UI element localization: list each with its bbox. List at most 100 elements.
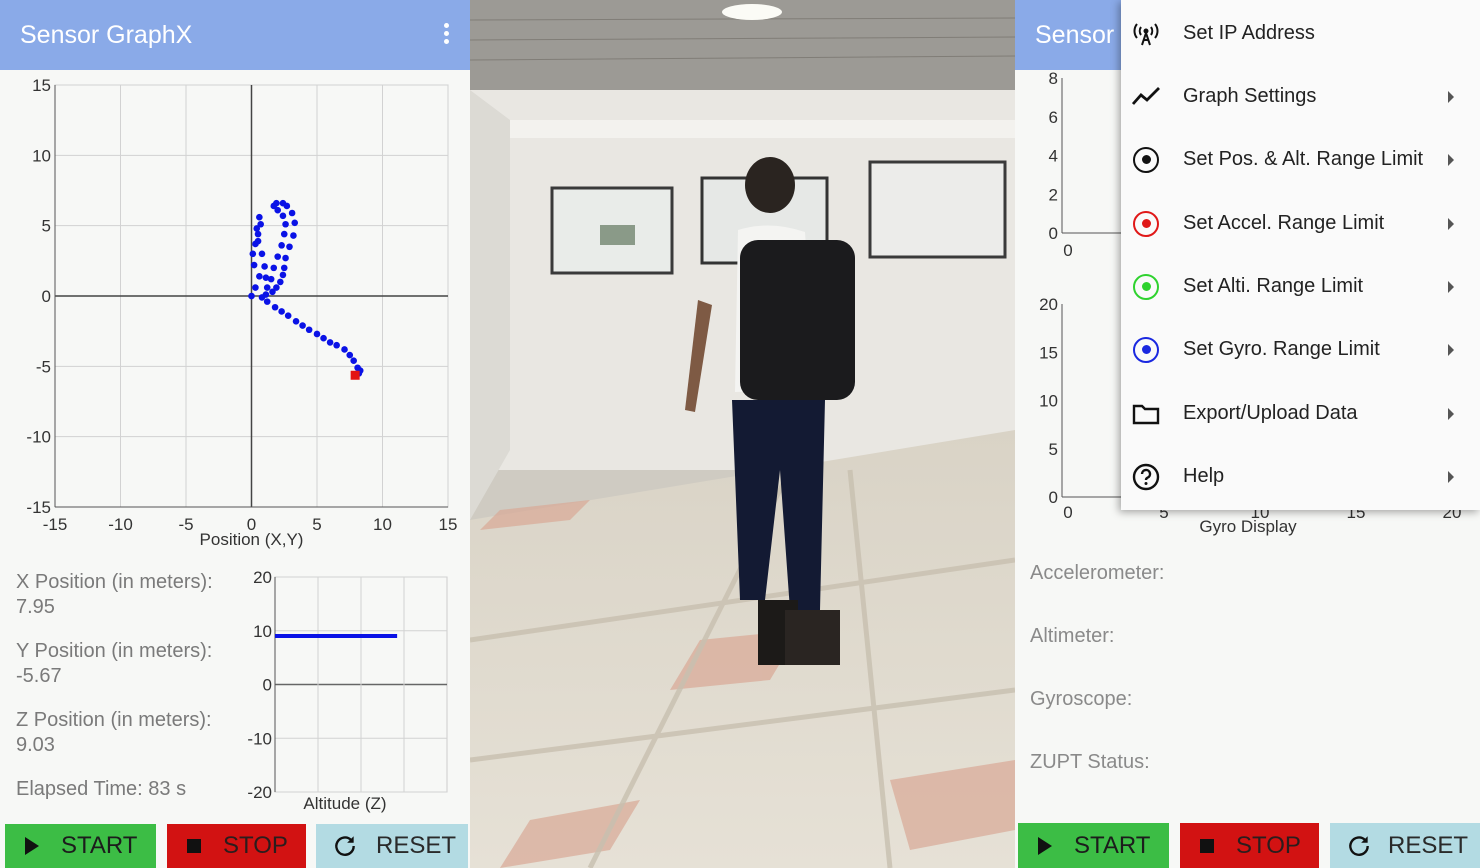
trajectory-point — [258, 250, 266, 258]
reset-button[interactable]: RESET — [316, 824, 468, 868]
trajectory-point — [326, 339, 334, 346]
trajectory-point — [313, 330, 321, 338]
y-tick-label: -20 — [247, 783, 272, 802]
trajectory-point — [254, 237, 262, 245]
y-tick-label: 15 — [1039, 343, 1058, 362]
menu-item-help[interactable]: Help — [1121, 445, 1480, 508]
trajectory-point — [350, 357, 357, 365]
trajectory-point — [258, 294, 266, 301]
menu-item-alti-range[interactable]: Set Alti. Range Limit — [1121, 255, 1480, 318]
stop-button-right[interactable]: STOP — [1180, 823, 1319, 868]
trajectory-point — [263, 298, 271, 305]
folder-icon — [1131, 399, 1161, 429]
chevron-right-icon — [1448, 217, 1454, 230]
play-icon — [1038, 836, 1052, 855]
overflow-menu: Set IP Address Graph Settings Set Pos. &… — [1121, 0, 1480, 510]
y-tick-label: 6 — [1049, 108, 1058, 127]
accel-chart: 8 6 4 2 00 — [1049, 70, 1125, 260]
y-tick-label: 8 — [1049, 70, 1058, 88]
trajectory-point — [271, 303, 279, 311]
x-tick-label: 15 — [439, 515, 458, 534]
stop-icon — [187, 839, 201, 853]
menu-item-accel-range[interactable]: Set Accel. Range Limit — [1121, 192, 1480, 255]
hallway-illustration — [470, 0, 1015, 868]
x-axis-label: Position (X,Y) — [200, 530, 304, 549]
trajectory-point — [282, 254, 289, 262]
start-button[interactable]: START — [5, 824, 156, 868]
y-tick-label: 20 — [1039, 295, 1058, 314]
left-app-screen: Sensor GraphX -15 -10 -5 0 5 10 15 15 10 5 0 -5 -10 -… — [0, 0, 470, 868]
y-tick-label: 10 — [32, 146, 51, 165]
help-icon — [1131, 462, 1161, 492]
y-tick-label: 0 — [263, 676, 272, 695]
menu-item-graph-settings[interactable]: Graph Settings — [1121, 65, 1480, 128]
y-tick-label: -15 — [26, 498, 51, 517]
y-tick-label: -10 — [247, 729, 272, 748]
chevron-right-icon — [1448, 280, 1454, 293]
x-tick-label: 5 — [312, 515, 321, 534]
trajectory-point — [273, 199, 280, 207]
elapsed-time: Elapsed Time: 83 s — [16, 778, 187, 800]
y-tick-label: 0 — [42, 287, 51, 306]
y-tick-label: 5 — [1049, 440, 1058, 459]
trajectory-point — [278, 308, 285, 315]
current-position-marker — [350, 370, 360, 380]
x-tick-label: 0 — [1063, 503, 1072, 522]
y-tick-label: 10 — [1039, 392, 1058, 411]
menu-item-set-ip[interactable]: Set IP Address — [1121, 2, 1480, 65]
y-tick-label: 0 — [1049, 224, 1058, 243]
trajectory-point — [263, 284, 271, 291]
antenna-icon — [1131, 19, 1161, 49]
chevron-right-icon — [1448, 90, 1454, 103]
trajectory-point — [291, 219, 299, 227]
x-tick-label: 0 — [1063, 241, 1072, 260]
trajectory-point — [333, 341, 340, 349]
trajectory-point — [280, 264, 288, 272]
trajectory-point — [305, 326, 313, 334]
line-chart-icon — [1131, 82, 1161, 112]
y-tick-label: 4 — [1049, 147, 1058, 166]
stop-button[interactable]: STOP — [167, 824, 306, 868]
z-position-value: 9.03 — [16, 734, 55, 756]
walking-person-photo — [470, 0, 1015, 868]
trajectory-point — [282, 220, 289, 228]
x-tick-label: -15 — [43, 515, 68, 534]
y-tick-label: 2 — [1049, 185, 1058, 204]
y-position-value: -5.67 — [16, 665, 62, 687]
x-position-value: 7.95 — [16, 596, 55, 618]
y-tick-label: 10 — [253, 622, 272, 641]
gyroscope-label: Gyroscope: — [1030, 688, 1133, 710]
y-tick-label: 5 — [42, 217, 51, 236]
menu-item-gyro-range[interactable]: Set Gyro. Range Limit — [1121, 318, 1480, 381]
menu-item-export[interactable]: Export/Upload Data — [1121, 382, 1480, 445]
x-axis-label: Gyro Display — [1199, 517, 1297, 536]
trajectory-point — [248, 292, 255, 300]
reset-button-right[interactable]: RESET — [1330, 823, 1480, 868]
x-tick-label: 10 — [373, 515, 392, 534]
target-icon-blue — [1131, 335, 1161, 365]
chevron-right-icon — [1448, 470, 1454, 483]
chevron-right-icon — [1448, 407, 1454, 420]
stop-icon — [1200, 838, 1214, 853]
menu-item-pos-alt-range[interactable]: Set Pos. & Alt. Range Limit — [1121, 128, 1480, 191]
trajectory-point — [274, 253, 282, 260]
trajectory-point — [292, 318, 300, 325]
target-icon — [1131, 145, 1161, 175]
target-icon-red — [1131, 209, 1161, 239]
refresh-icon — [335, 836, 355, 856]
trajectory-point — [320, 334, 327, 342]
altimeter-label: Altimeter: — [1030, 625, 1115, 647]
accelerometer-label: Accelerometer: — [1030, 562, 1165, 584]
refresh-icon — [1349, 835, 1369, 856]
app-bar: Sensor GraphX — [0, 0, 470, 70]
overflow-menu-icon[interactable] — [436, 20, 456, 50]
x-tick-label: -10 — [108, 515, 133, 534]
y-tick-label: 15 — [32, 76, 51, 95]
y-tick-label: -5 — [36, 357, 51, 376]
start-button-right[interactable]: START — [1018, 823, 1169, 868]
trajectory-point — [261, 263, 268, 270]
trajectory-point — [256, 213, 263, 221]
y-tick-label: -10 — [26, 428, 51, 447]
altitude-chart: 20 10 0 -10 -20 Altitude (Z) — [247, 568, 448, 813]
y-tick-label: 0 — [1049, 488, 1058, 507]
